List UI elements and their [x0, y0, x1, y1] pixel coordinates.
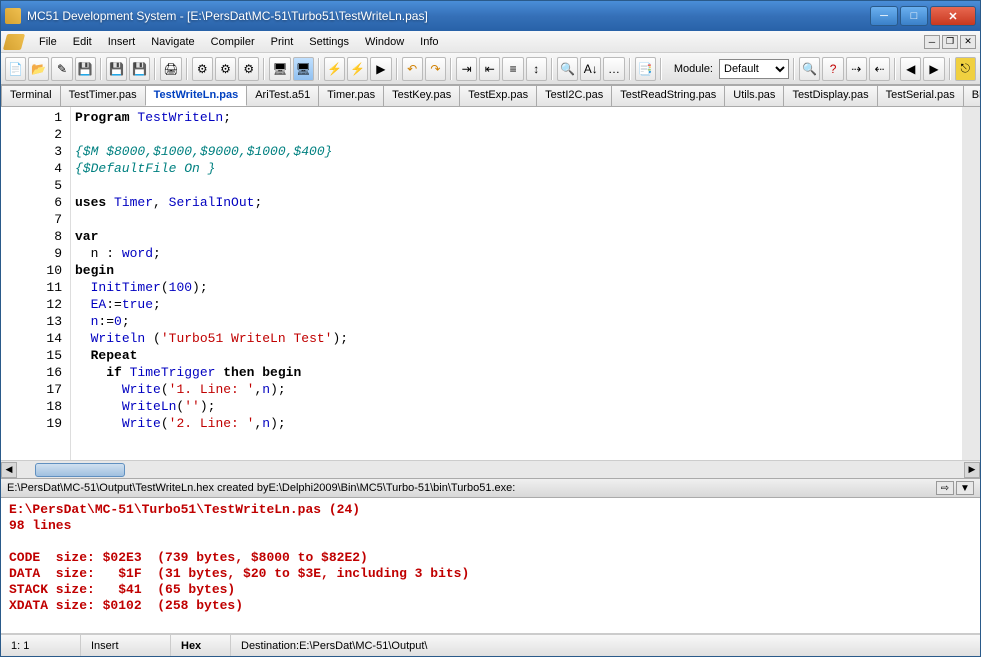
- outdent-button[interactable]: ⇤: [479, 57, 500, 81]
- tool-a-button[interactable]: ⚙: [192, 57, 213, 81]
- line-gutter: 12345678910111213141516171819: [1, 107, 71, 460]
- replace-button[interactable]: …: [603, 57, 624, 81]
- editor-tabs: TerminalTestTimer.pasTestWriteLn.pasAriT…: [1, 85, 980, 107]
- build-button[interactable]: ⚡: [347, 57, 368, 81]
- tab-testtimer-pas[interactable]: TestTimer.pas: [60, 85, 146, 106]
- tool-b-button[interactable]: ⚙: [215, 57, 236, 81]
- tab-terminal[interactable]: Terminal: [1, 85, 61, 106]
- menu-window[interactable]: Window: [357, 33, 412, 51]
- mdi-minimize-button[interactable]: ─: [924, 35, 940, 49]
- close-button[interactable]: ✕: [930, 6, 976, 26]
- editor-area: 12345678910111213141516171819 Program Te…: [1, 107, 980, 460]
- search-module-button[interactable]: 🔍: [799, 57, 820, 81]
- menu-file[interactable]: File: [31, 33, 65, 51]
- app-icon-small: [3, 34, 25, 50]
- save-button[interactable]: 💾: [75, 57, 96, 81]
- indent-button[interactable]: ⇥: [456, 57, 477, 81]
- output-header: E:\PersDat\MC-51\Output\TestWriteLn.hex …: [1, 478, 980, 498]
- run-button[interactable]: ▶: [370, 57, 391, 81]
- main-window: MC51 Development System - [E:\PersDat\MC…: [0, 0, 981, 657]
- tab-aritest-a51[interactable]: AriTest.a51: [246, 85, 319, 106]
- menu-info[interactable]: Info: [412, 33, 446, 51]
- module-label: Module:: [674, 63, 713, 75]
- compile-button[interactable]: ⚡: [324, 57, 345, 81]
- horizontal-scrollbar[interactable]: ◀ ▶: [1, 460, 980, 478]
- sort-button[interactable]: ↕: [526, 57, 547, 81]
- tab-testexp-pas[interactable]: TestExp.pas: [459, 85, 537, 106]
- module-select[interactable]: Default: [719, 59, 789, 79]
- output-goto-button[interactable]: ⇨: [936, 481, 954, 495]
- window-title: MC51 Development System - [E:\PersDat\MC…: [27, 9, 870, 23]
- output-dropdown-button[interactable]: ▼: [956, 481, 974, 495]
- menubar: FileEditInsertNavigateCompilerPrintSetti…: [1, 31, 980, 53]
- next-button[interactable]: ▶: [923, 57, 944, 81]
- find-next-button[interactable]: A↓: [580, 57, 601, 81]
- tab-utils-pas[interactable]: Utils.pas: [724, 85, 784, 106]
- nav-a-button[interactable]: ⇢: [846, 57, 867, 81]
- monitor-button[interactable]: 🖥: [269, 57, 290, 81]
- undo-button[interactable]: ↶: [402, 57, 423, 81]
- save-all-button[interactable]: 💾: [106, 57, 127, 81]
- tab-testi2c-pas[interactable]: TestI2C.pas: [536, 85, 612, 106]
- print-button[interactable]: 🖨: [160, 57, 181, 81]
- new-file-button[interactable]: 📄: [5, 57, 26, 81]
- menu-settings[interactable]: Settings: [301, 33, 357, 51]
- app-icon: [5, 8, 21, 24]
- nav-b-button[interactable]: ⇠: [869, 57, 890, 81]
- edit-button[interactable]: ✎: [51, 57, 72, 81]
- tool-c-button[interactable]: ⚙: [238, 57, 259, 81]
- code-editor[interactable]: Program TestWriteLn; {$M $8000,$1000,$90…: [71, 107, 962, 460]
- mdi-close-button[interactable]: ✕: [960, 35, 976, 49]
- open-file-button[interactable]: 📂: [28, 57, 49, 81]
- menu-navigate[interactable]: Navigate: [143, 33, 202, 51]
- menu-compiler[interactable]: Compiler: [203, 33, 263, 51]
- output-panel[interactable]: E:\PersDat\MC-51\Turbo51\TestWriteLn.pas…: [1, 498, 980, 634]
- tab-testkey-pas[interactable]: TestKey.pas: [383, 85, 460, 106]
- format-button[interactable]: ≡: [502, 57, 523, 81]
- bookmark-button[interactable]: 📑: [635, 57, 656, 81]
- status-format: Hex: [171, 635, 231, 656]
- tab-testdisplay-pas[interactable]: TestDisplay.pas: [783, 85, 877, 106]
- tab-timer-pas[interactable]: Timer.pas: [318, 85, 384, 106]
- menu-print[interactable]: Print: [263, 33, 302, 51]
- redo-button[interactable]: ↷: [425, 57, 446, 81]
- statusbar: 1: 1 Insert Hex Destination:E:\PersDat\M…: [1, 634, 980, 656]
- scroll-right-button[interactable]: ▶: [964, 462, 980, 478]
- output-header-text: E:\PersDat\MC-51\Output\TestWriteLn.hex …: [7, 482, 515, 494]
- vertical-scrollbar[interactable]: [962, 107, 980, 460]
- scroll-thumb[interactable]: [35, 463, 125, 477]
- tab-testreadstring-pas[interactable]: TestReadString.pas: [611, 85, 725, 106]
- mdi-restore-button[interactable]: ❐: [942, 35, 958, 49]
- exit-button[interactable]: ⎋: [955, 57, 976, 81]
- toolbar: 📄 📂 ✎ 💾 💾 💾 🖨 ⚙ ⚙ ⚙ 🖥 🖥 ⚡ ⚡ ▶ ↶ ↷ ⇥ ⇤ ≡ …: [1, 53, 980, 85]
- minimize-button[interactable]: ─: [870, 6, 898, 26]
- status-destination: Destination:E:\PersDat\MC-51\Output\: [231, 635, 980, 656]
- scroll-left-button[interactable]: ◀: [1, 462, 17, 478]
- terminal-button[interactable]: 🖥: [293, 57, 314, 81]
- menu-edit[interactable]: Edit: [65, 33, 100, 51]
- help-button[interactable]: ?: [822, 57, 843, 81]
- maximize-button[interactable]: □: [900, 6, 928, 26]
- status-position: 1: 1: [1, 635, 81, 656]
- tab-blink-[interactable]: Blink-: [963, 85, 980, 106]
- save-as-button[interactable]: 💾: [129, 57, 150, 81]
- tab-testwriteln-pas[interactable]: TestWriteLn.pas: [145, 85, 248, 106]
- titlebar[interactable]: MC51 Development System - [E:\PersDat\MC…: [1, 1, 980, 31]
- tab-testserial-pas[interactable]: TestSerial.pas: [877, 85, 964, 106]
- prev-button[interactable]: ◀: [900, 57, 921, 81]
- status-mode: Insert: [81, 635, 171, 656]
- menu-insert[interactable]: Insert: [100, 33, 144, 51]
- find-button[interactable]: 🔍: [557, 57, 578, 81]
